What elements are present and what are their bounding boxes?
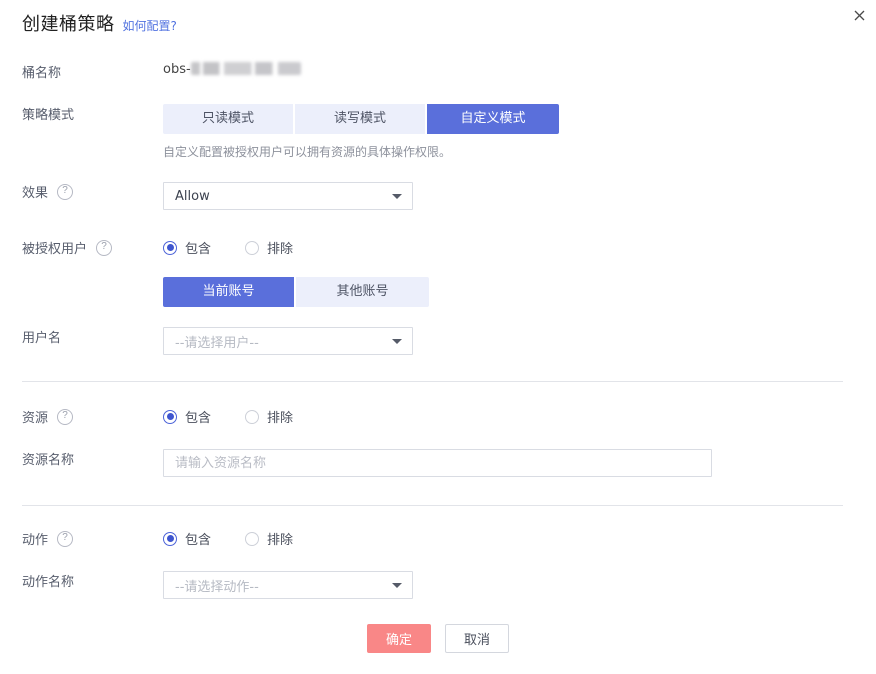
row-account-scope: 当前账号 其他账号 xyxy=(0,277,876,307)
account-scope-option-other[interactable]: 其他账号 xyxy=(296,277,429,307)
action-radio-include[interactable]: 包含 xyxy=(163,529,211,548)
help-circle-icon[interactable]: ? xyxy=(96,239,113,256)
confirm-button[interactable]: 确定 xyxy=(366,624,431,653)
row-action-name: 动作名称 --请选择动作-- xyxy=(0,571,876,599)
action-name-select[interactable]: --请选择动作-- xyxy=(163,571,413,599)
resource-radio-exclude-label: 排除 xyxy=(267,411,294,426)
radio-dot-icon xyxy=(245,409,260,424)
label-action: 动作 ? xyxy=(0,529,163,548)
grantee-radio-group: 包含 排除 xyxy=(163,238,876,257)
row-effect: 效果 ? Allow xyxy=(0,182,876,210)
resource-radio-exclude[interactable]: 排除 xyxy=(245,407,293,426)
policy-mode-control: 只读模式 读写模式 自定义模式 自定义配置被授权用户可以拥有资源的具体操作权限。 xyxy=(163,104,876,160)
cancel-button[interactable]: 取消 xyxy=(445,624,510,653)
close-dialog-button[interactable] xyxy=(848,4,870,26)
bucket-policy-form: 桶名称 obs- 策略模式 只读模式 读写模式 自定义模式 自定义配置被授权用户… xyxy=(0,52,876,599)
label-grantee: 被授权用户 ? xyxy=(0,238,163,257)
dialog-footer: 确定 取消 xyxy=(0,624,876,653)
effect-select[interactable]: Allow xyxy=(163,182,413,210)
action-name-control: --请选择动作-- xyxy=(163,571,876,599)
radio-dot-icon xyxy=(245,531,260,546)
action-radio-exclude[interactable]: 排除 xyxy=(245,529,293,548)
chevron-down-icon xyxy=(392,583,402,588)
label-resource: 资源 ? xyxy=(0,407,163,426)
username-select-value: --请选择用户-- xyxy=(175,335,259,351)
action-radio-include-label: 包含 xyxy=(185,533,212,548)
row-bucket-name: 桶名称 obs- xyxy=(0,62,876,81)
grantee-control: 包含 排除 xyxy=(163,238,876,257)
help-circle-icon[interactable]: ? xyxy=(57,408,74,425)
chevron-down-icon xyxy=(392,194,402,199)
label-bucket-name: 桶名称 xyxy=(22,66,62,81)
resource-radio-include-label: 包含 xyxy=(185,411,212,426)
help-circle-icon[interactable]: ? xyxy=(57,183,74,200)
label-effect: 效果 ? xyxy=(0,182,163,201)
username-control: --请选择用户-- xyxy=(163,327,876,355)
resource-name-input[interactable] xyxy=(163,449,712,477)
grantee-radio-exclude[interactable]: 排除 xyxy=(245,238,293,257)
bucket-name-text: obs- xyxy=(163,62,191,77)
effect-select-value: Allow xyxy=(175,188,210,204)
help-circle-icon[interactable]: ? xyxy=(57,530,74,547)
radio-dot-icon xyxy=(163,409,177,424)
page-title: 创建桶策略 xyxy=(22,14,115,35)
chevron-down-icon xyxy=(392,339,402,344)
action-control: 包含 排除 xyxy=(163,529,876,548)
radio-dot-icon xyxy=(163,240,177,255)
how-to-configure-link[interactable]: 如何配置? xyxy=(123,17,177,34)
dialog-header: 创建桶策略 如何配置? xyxy=(22,14,177,36)
action-radio-exclude-label: 排除 xyxy=(267,533,294,548)
grantee-radio-include[interactable]: 包含 xyxy=(163,238,211,257)
resource-control: 包含 排除 xyxy=(163,407,876,426)
policy-mode-option-custom[interactable]: 自定义模式 xyxy=(427,104,559,134)
policy-mode-option-read-write[interactable]: 读写模式 xyxy=(295,104,427,134)
resource-radio-group: 包含 排除 xyxy=(163,407,876,426)
bucket-name-masked xyxy=(190,62,301,75)
row-action: 动作 ? 包含 排除 xyxy=(0,529,876,548)
action-radio-group: 包含 排除 xyxy=(163,529,876,548)
resource-name-control xyxy=(163,449,876,477)
account-scope-segmented[interactable]: 当前账号 其他账号 xyxy=(163,277,429,307)
row-resource-name: 资源名称 xyxy=(0,449,876,477)
close-icon xyxy=(854,10,865,21)
policy-mode-hint: 自定义配置被授权用户可以拥有资源的具体操作权限。 xyxy=(163,145,452,159)
username-select[interactable]: --请选择用户-- xyxy=(163,327,413,355)
effect-control: Allow xyxy=(163,182,876,210)
account-scope-control: 当前账号 其他账号 xyxy=(163,277,876,307)
grantee-radio-include-label: 包含 xyxy=(185,242,212,257)
radio-dot-icon xyxy=(163,531,177,546)
row-grantee: 被授权用户 ? 包含 排除 xyxy=(0,238,876,257)
row-resource: 资源 ? 包含 排除 xyxy=(0,407,876,426)
section-divider-action xyxy=(22,505,843,506)
policy-mode-option-read-only[interactable]: 只读模式 xyxy=(163,104,295,134)
section-divider-resource xyxy=(22,381,843,382)
policy-mode-segmented[interactable]: 只读模式 读写模式 自定义模式 xyxy=(163,104,559,134)
label-policy-mode: 策略模式 xyxy=(22,108,75,123)
row-username: 用户名 --请选择用户-- xyxy=(0,327,876,355)
grantee-radio-exclude-label: 排除 xyxy=(267,242,294,257)
radio-dot-icon xyxy=(245,240,260,255)
resource-radio-include[interactable]: 包含 xyxy=(163,407,211,426)
label-username: 用户名 xyxy=(22,331,62,346)
label-resource-name: 资源名称 xyxy=(22,453,75,468)
account-scope-option-current[interactable]: 当前账号 xyxy=(163,277,296,307)
label-action-name: 动作名称 xyxy=(22,575,75,590)
action-name-select-value: --请选择动作-- xyxy=(175,579,259,595)
value-bucket-name: obs- xyxy=(163,62,876,77)
row-policy-mode: 策略模式 只读模式 读写模式 自定义模式 自定义配置被授权用户可以拥有资源的具体… xyxy=(0,104,876,160)
